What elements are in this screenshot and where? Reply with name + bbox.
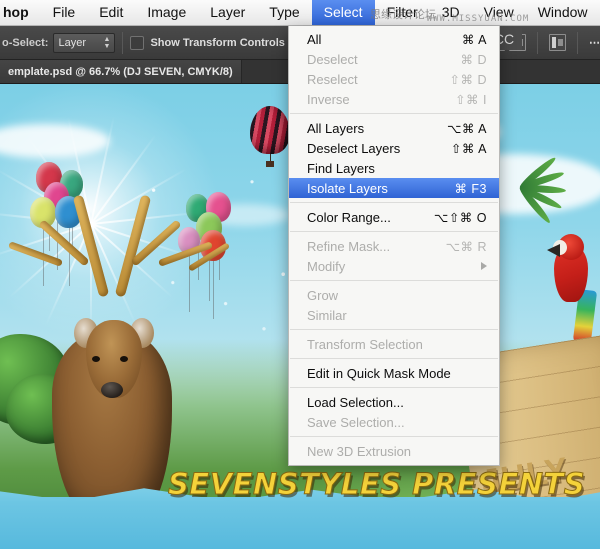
menu-item-label: All Layers [307,120,365,136]
menu-item-all-layers[interactable]: All Layers ⌥⌘ A [289,118,499,138]
divider [577,31,578,54]
menubar-item-edit[interactable]: Edit [87,0,135,25]
menu-item-all[interactable]: All ⌘ A [289,29,499,49]
deer-eye-left [92,356,100,362]
menu-item-color-range[interactable]: Color Range... ⌥⇧⌘ O [289,207,499,227]
more-options-icon[interactable]: ⋯ [589,36,600,49]
menu-item-edit-in-quick-mask-mode[interactable]: Edit in Quick Mask Mode [289,363,499,383]
menu-item-shortcut: ⌘ A [461,32,487,47]
menu-item-shortcut: ⇧⌘ D [449,72,487,87]
menubar-item-filter[interactable]: Filter [375,0,430,25]
bottom-banner [0,497,600,549]
menu-separator [290,280,498,281]
menu-separator [290,202,498,203]
menu-item-label: Save Selection... [307,414,405,430]
menubar-item-file[interactable]: File [41,0,88,25]
menubar-item-3d[interactable]: 3D [430,0,472,25]
auto-select-value: Layer [58,36,86,49]
auto-select-label: o-Select: [2,36,49,49]
menu-item-label: Reselect [307,71,358,87]
menu-item-isolate-layers[interactable]: Isolate Layers ⌘ F3 [289,178,499,198]
menu-item-shortcut: ⇧⌘ A [450,141,487,156]
menu-item-transform-selection: Transform Selection [289,334,499,354]
show-transform-label: Show Transform Controls [150,36,285,49]
chevron-updown-icon: ▲ ▼ [103,35,111,50]
photoshop-window: JULY 23 SEVENSTYLES PRESENTS emplate.psd… [0,0,600,549]
show-transform-checkbox[interactable] [130,35,145,50]
menu-item-label: Deselect Layers [307,140,401,156]
menu-item-shortcut: ⌘ D [460,52,487,67]
menu-item-similar: Similar [289,305,499,325]
divider [122,31,124,54]
menu-item-label: All [307,31,322,47]
menu-item-save-selection: Save Selection... [289,412,499,432]
menu-item-shortcut: ⇧⌘ I [455,92,487,107]
menu-item-inverse: Inverse ⇧⌘ I [289,89,499,109]
menu-item-modify: Modify [289,256,499,276]
menu-bar: hop File Edit Image Layer Type Select Filter 3D V… [0,0,600,26]
menu-separator [290,329,498,330]
menu-item-label: Inverse [307,91,350,107]
menu-separator [290,436,498,437]
menu-item-label: New 3D Extrusion [307,443,412,459]
menubar-item-type[interactable]: Type [257,0,311,25]
menu-item-label: Load Selection... [307,394,404,410]
menu-item-reselect: Reselect ⇧⌘ D [289,69,499,89]
auto-select-dropdown[interactable]: Layer ▲ ▼ [53,32,116,53]
menu-item-load-selection[interactable]: Load Selection... [289,392,499,412]
menubar-item-hop[interactable]: hop [0,0,41,25]
distribute-horizontal-icon[interactable] [549,34,566,51]
menu-item-shortcut: ⌥⌘ A [446,121,487,136]
parrot-beak [547,244,560,257]
menubar-item-view[interactable]: View [472,0,526,25]
menu-item-label: Isolate Layers [307,180,388,196]
menubar-item-layer[interactable]: Layer [198,0,257,25]
select-dropdown-menu[interactable]: All ⌘ A Deselect ⌘ D Reselect ⇧⌘ D Inverse ⇧⌘ I… [288,26,500,466]
menubar-item-image[interactable]: Image [135,0,198,25]
menu-separator [290,358,498,359]
menu-item-grow: Grow [289,285,499,305]
menubar-item-select[interactable]: Select [311,0,375,25]
menu-separator [290,231,498,232]
deer-nose [101,382,123,398]
menubar-item-window[interactable]: Window [526,0,600,25]
menu-item-label: Find Layers [307,160,375,176]
menu-item-label: Deselect [307,51,358,67]
menu-item-find-layers[interactable]: Find Layers [289,158,499,178]
document-tab[interactable]: emplate.psd @ 66.7% (DJ SEVEN, CMYK/8) [0,60,242,83]
submenu-arrow-icon [481,262,487,270]
menu-item-new-3d-extrusion: New 3D Extrusion [289,441,499,461]
menu-item-shortcut: ⌘ F3 [454,181,487,196]
headline-text: SEVENSTYLES PRESENTS [167,467,586,502]
menu-item-label: Refine Mask... [307,238,391,254]
menu-separator [290,113,498,114]
menu-separator [290,387,498,388]
menu-item-label: Modify [307,258,346,274]
menu-item-label: Grow [307,287,339,303]
menu-item-shortcut: ⌥⌘ R [445,239,487,254]
hot-air-balloon [250,106,290,167]
menu-item-deselect-layers[interactable]: Deselect Layers ⇧⌘ A [289,138,499,158]
menu-item-label: Similar [307,307,347,323]
menu-item-shortcut: ⌥⇧⌘ O [433,210,487,225]
menu-item-deselect: Deselect ⌘ D [289,49,499,69]
divider [537,31,538,54]
menu-item-label: Color Range... [307,209,391,225]
deer-eye-right [120,356,128,362]
menu-item-refine-mask: Refine Mask... ⌥⌘ R [289,236,499,256]
menu-item-label: Edit in Quick Mask Mode [307,365,451,381]
menu-item-label: Transform Selection [307,336,423,352]
